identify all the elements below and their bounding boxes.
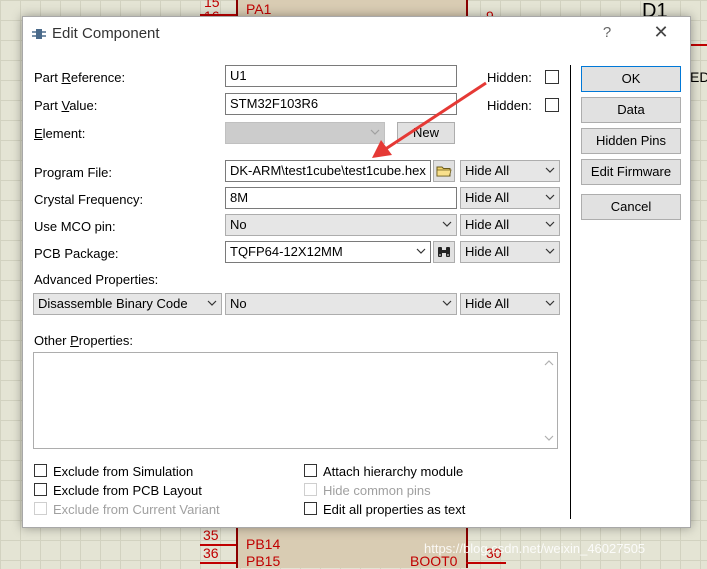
chevron-down-icon xyxy=(545,248,555,254)
part-value-label: Part Value: xyxy=(34,98,98,113)
chevron-down-icon xyxy=(207,300,217,306)
chevron-down-icon xyxy=(370,129,380,135)
pcb-package-visibility-select[interactable]: Hide All xyxy=(460,241,560,263)
pcb-package-label: PCB Package: xyxy=(34,246,119,261)
crystal-frequency-input[interactable]: 8M xyxy=(225,187,457,209)
folder-icon xyxy=(436,166,452,177)
program-file-label: Program File: xyxy=(34,165,113,180)
chevron-down-icon xyxy=(545,194,555,200)
part-value-hidden-checkbox[interactable] xyxy=(545,98,559,112)
part-reference-label: Part Reference: xyxy=(34,70,126,85)
edit-all-text-checkbox[interactable] xyxy=(304,502,317,515)
component-icon xyxy=(32,29,46,39)
program-file-input[interactable]: DK-ARM\test1cube\test1cube.hex xyxy=(225,160,431,182)
exclude-variant-label: Exclude from Current Variant xyxy=(53,502,220,517)
part-reference-input[interactable]: U1 xyxy=(225,65,457,87)
scroll-down-icon[interactable] xyxy=(544,434,554,442)
crystal-frequency-visibility-select[interactable]: Hide All xyxy=(460,187,560,209)
advanced-properties-label: Advanced Properties: xyxy=(34,272,159,287)
advanced-property-select[interactable]: Disassemble Binary Code xyxy=(33,293,222,315)
dialog-title: Edit Component xyxy=(52,25,160,42)
attach-hierarchy-checkbox[interactable] xyxy=(304,464,317,477)
hide-common-pins-label: Hide common pins xyxy=(323,483,431,498)
browse-file-button[interactable] xyxy=(433,160,455,182)
edit-firmware-button[interactable]: Edit Firmware xyxy=(581,159,681,185)
hidden-label: Hidden: xyxy=(487,70,532,85)
new-element-button[interactable]: New xyxy=(397,122,455,144)
data-button[interactable]: Data xyxy=(581,97,681,123)
exclude-simulation-checkbox[interactable] xyxy=(34,464,47,477)
chevron-down-icon xyxy=(442,221,452,227)
pin-line xyxy=(466,562,506,564)
edit-all-text-label: Edit all properties as text xyxy=(323,502,466,517)
chevron-down-icon xyxy=(545,167,555,173)
chevron-down-icon xyxy=(442,300,452,306)
watermark-text: https://blog.csdn.net/weixin_46027505 xyxy=(424,541,646,556)
advanced-value-select[interactable]: No xyxy=(225,293,457,315)
cancel-button[interactable]: Cancel xyxy=(581,194,681,220)
package-browse-button[interactable] xyxy=(433,241,455,263)
pin-label: PB15 xyxy=(246,553,281,569)
other-properties-textarea[interactable] xyxy=(33,352,558,449)
ok-button[interactable]: OK xyxy=(581,66,681,92)
hidden-pins-button[interactable]: Hidden Pins xyxy=(581,128,681,154)
scroll-up-icon[interactable] xyxy=(544,359,554,367)
use-mco-pin-select[interactable]: No xyxy=(225,214,457,236)
use-mco-pin-visibility-select[interactable]: Hide All xyxy=(460,214,560,236)
element-select[interactable] xyxy=(225,122,385,144)
exclude-simulation-label: Exclude from Simulation xyxy=(53,464,194,479)
pcb-package-select[interactable]: TQFP64-12X12MM xyxy=(225,241,431,263)
edit-component-dialog: Edit Component ? ✕ Part Reference: U1 Hi… xyxy=(22,16,691,528)
program-file-visibility-select[interactable]: Hide All xyxy=(460,160,560,182)
element-label: Element: xyxy=(34,126,86,141)
advanced-visibility-select[interactable]: Hide All xyxy=(460,293,560,315)
other-properties-label: Other Properties: xyxy=(34,333,133,348)
part-reference-hidden-checkbox[interactable] xyxy=(545,70,559,84)
chevron-down-icon xyxy=(416,248,426,254)
hidden-label: Hidden: xyxy=(487,98,532,113)
exclude-variant-checkbox xyxy=(34,502,47,515)
pin-number: 35 xyxy=(203,527,219,543)
pin-label: PB14 xyxy=(246,536,281,552)
hide-common-pins-checkbox xyxy=(304,483,317,496)
wire-line xyxy=(690,44,707,46)
pin-line xyxy=(200,562,236,564)
close-button[interactable]: ✕ xyxy=(651,22,671,43)
vertical-separator xyxy=(570,65,571,519)
binoculars-icon xyxy=(438,247,450,257)
exclude-pcb-label: Exclude from PCB Layout xyxy=(53,483,202,498)
use-mco-pin-label: Use MCO pin: xyxy=(34,219,116,234)
pin-label: PA1 xyxy=(246,1,272,17)
pin-number: 36 xyxy=(203,545,219,561)
chevron-down-icon xyxy=(545,221,555,227)
chevron-down-icon xyxy=(545,300,555,306)
help-button[interactable]: ? xyxy=(599,24,615,41)
crystal-frequency-label: Crystal Frequency: xyxy=(34,192,144,207)
side-label: ED xyxy=(690,69,707,85)
exclude-pcb-checkbox[interactable] xyxy=(34,483,47,496)
title-bar: Edit Component ? ✕ xyxy=(23,17,690,51)
attach-hierarchy-label: Attach hierarchy module xyxy=(323,464,464,479)
part-value-input[interactable]: STM32F103R6 xyxy=(225,93,457,115)
